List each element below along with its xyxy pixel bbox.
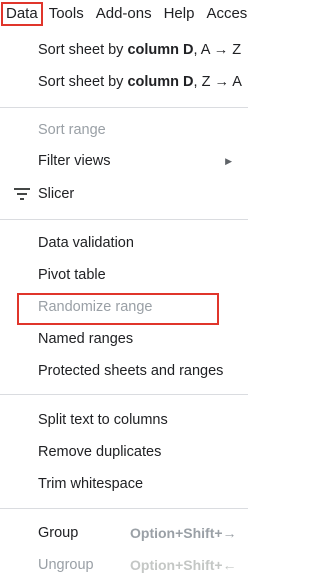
ungroup-shortcut: Option+Shift+← — [130, 557, 237, 573]
menu-data[interactable]: Data — [1, 2, 43, 26]
filter-views-label: Filter views — [38, 153, 111, 169]
filter-lines-icon — [14, 188, 30, 200]
data-validation-item[interactable]: Data validation — [0, 228, 248, 258]
sort-sheet-a-z-item[interactable]: Sort sheet by column D, A → Z — [0, 35, 248, 65]
sort-za-suffix: , Z → A — [193, 74, 242, 90]
pivot-table-item[interactable]: Pivot table — [0, 260, 248, 290]
sort-sheet-z-a-item[interactable]: Sort sheet by column D, Z → A — [0, 67, 248, 97]
slicer-label: Slicer — [38, 186, 75, 202]
filter-views-item[interactable]: Filter views ▶ — [0, 146, 248, 176]
sort-za-column: column D — [127, 74, 194, 90]
data-validation-label: Data validation — [38, 235, 134, 251]
trim-whitespace-label: Trim whitespace — [38, 476, 144, 492]
named-ranges-item[interactable]: Named ranges — [0, 324, 248, 354]
group-item[interactable]: Group Option+Shift+→ — [0, 518, 248, 548]
submenu-arrow-icon: ▶ — [225, 155, 232, 166]
protected-sheets-label: Protected sheets and ranges — [38, 363, 224, 379]
group-shortcut: Option+Shift+→ — [130, 525, 237, 541]
remove-duplicates-label: Remove duplicates — [38, 444, 162, 460]
menu-bar: Data Tools Add-ons Help Acces — [0, 0, 248, 28]
menu-divider — [0, 394, 248, 395]
menu-divider — [0, 508, 248, 509]
remove-duplicates-item[interactable]: Remove duplicates — [0, 437, 248, 467]
menu-divider — [0, 219, 248, 220]
menu-help[interactable]: Help — [158, 2, 201, 26]
ungroup-label: Ungroup — [38, 557, 94, 573]
menu-tools[interactable]: Tools — [43, 2, 90, 26]
named-ranges-highlight — [17, 293, 219, 325]
sort-az-suffix: , A → Z — [193, 42, 242, 58]
sort-range-item: Sort range — [0, 115, 248, 145]
named-ranges-label: Named ranges — [38, 331, 134, 347]
menu-divider — [0, 107, 248, 108]
split-text-item[interactable]: Split text to columns — [0, 405, 248, 435]
trim-whitespace-item[interactable]: Trim whitespace — [0, 469, 248, 499]
slicer-item[interactable]: Slicer — [0, 179, 248, 209]
sort-az-column: column D — [127, 42, 194, 58]
protected-sheets-item[interactable]: Protected sheets and ranges — [0, 356, 248, 386]
sort-range-label: Sort range — [38, 122, 106, 138]
pivot-table-label: Pivot table — [38, 267, 106, 283]
split-text-label: Split text to columns — [38, 412, 168, 428]
menu-accessibility[interactable]: Acces — [200, 2, 248, 26]
ungroup-item: Ungroup Option+Shift+← — [0, 550, 248, 580]
sort-az-prefix: Sort sheet by — [38, 42, 128, 58]
sort-za-prefix: Sort sheet by — [38, 74, 128, 90]
menu-addons[interactable]: Add-ons — [90, 2, 158, 26]
group-label: Group — [38, 525, 79, 541]
